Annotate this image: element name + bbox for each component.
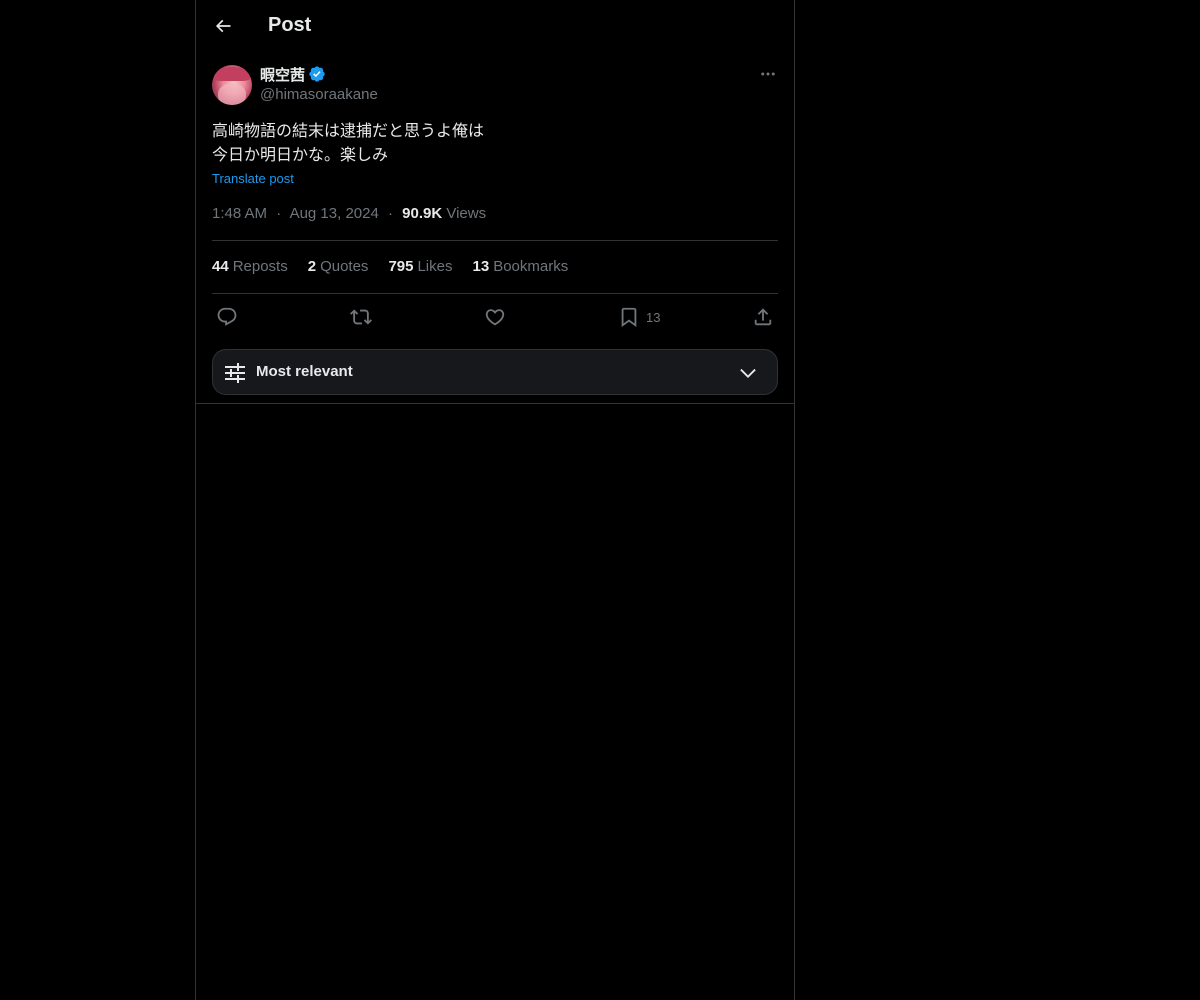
post-date[interactable]: Aug 13, 2024 (290, 205, 379, 222)
avatar[interactable] (212, 65, 252, 105)
more-horizontal-icon (761, 72, 775, 76)
post-meta: 1:48 AM · Aug 13, 2024 · 90.9K Views (212, 205, 486, 222)
repost-icon (350, 309, 372, 325)
engagement-stats: 44 Reposts 2 Quotes 795 Likes 13 Bookmarks (212, 258, 568, 275)
display-name-row: 暇空茜 (260, 64, 378, 84)
user-handle[interactable]: @himasoraakane (260, 86, 378, 103)
divider (212, 293, 778, 294)
share-button[interactable] (752, 304, 774, 330)
post-time[interactable]: 1:48 AM (212, 205, 267, 222)
action-bar: 13 (212, 304, 778, 330)
stat-label: Reposts (232, 258, 288, 275)
back-button[interactable] (206, 9, 240, 43)
page-header: Post (196, 0, 794, 54)
bookmark-button[interactable]: 13 (618, 304, 660, 330)
user-info: 暇空茜 @himasoraakane (260, 64, 378, 104)
share-icon (754, 308, 772, 326)
more-options-button[interactable] (758, 64, 778, 84)
post-text: 高崎物語の結末は逮捕だと思うよ俺は 今日か明日かな。楽しみ (212, 119, 778, 167)
avatar-face-shape (218, 83, 246, 105)
bookmark-icon (621, 307, 637, 328)
divider (196, 403, 794, 404)
translate-post-link[interactable]: Translate post (212, 171, 294, 186)
stat-quotes[interactable]: 2 Quotes (308, 258, 369, 275)
reply-icon (217, 307, 237, 326)
sort-replies-dropdown[interactable]: Most relevant (212, 349, 778, 395)
stat-count: 2 (307, 258, 317, 275)
verified-badge-icon[interactable] (308, 65, 326, 83)
bookmark-count: 13 (646, 309, 661, 325)
meta-separator: · (387, 205, 393, 222)
post-text-line: 高崎物語の結末は逮捕だと思うよ俺は (212, 121, 485, 140)
page-title: Post (268, 14, 312, 36)
like-button[interactable] (484, 304, 506, 330)
arrow-left-icon (215, 19, 231, 33)
post-text-line: 今日か明日かな。楽しみ (212, 145, 389, 164)
heart-icon (485, 309, 505, 326)
sort-label: Most relevant (256, 363, 353, 380)
views-count: 90.9K (402, 205, 443, 222)
stat-label: Quotes (320, 258, 369, 275)
meta-separator: · (276, 205, 282, 222)
stat-reposts[interactable]: 44 Reposts (212, 258, 288, 275)
views-label: Views (446, 205, 487, 222)
stat-label: Likes (417, 258, 453, 275)
divider (212, 240, 778, 241)
stat-label: Bookmarks (493, 258, 569, 275)
main-column: Post 暇空茜 @himasoraakane 高崎物語の結末は逮捕だと思うよ俺… (195, 0, 795, 1000)
stat-count: 44 (212, 258, 229, 275)
stat-bookmarks[interactable]: 13 Bookmarks (473, 258, 569, 275)
display-name[interactable]: 暇空茜 (260, 64, 305, 85)
reply-button[interactable] (216, 304, 238, 330)
repost-button[interactable] (350, 304, 372, 330)
chevron-down-icon (740, 368, 756, 378)
avatar-hat-shape (214, 67, 250, 81)
stat-count: 795 (388, 258, 414, 275)
sliders-icon (225, 363, 245, 383)
stat-count: 13 (472, 258, 490, 275)
stat-likes[interactable]: 795 Likes (388, 258, 452, 275)
